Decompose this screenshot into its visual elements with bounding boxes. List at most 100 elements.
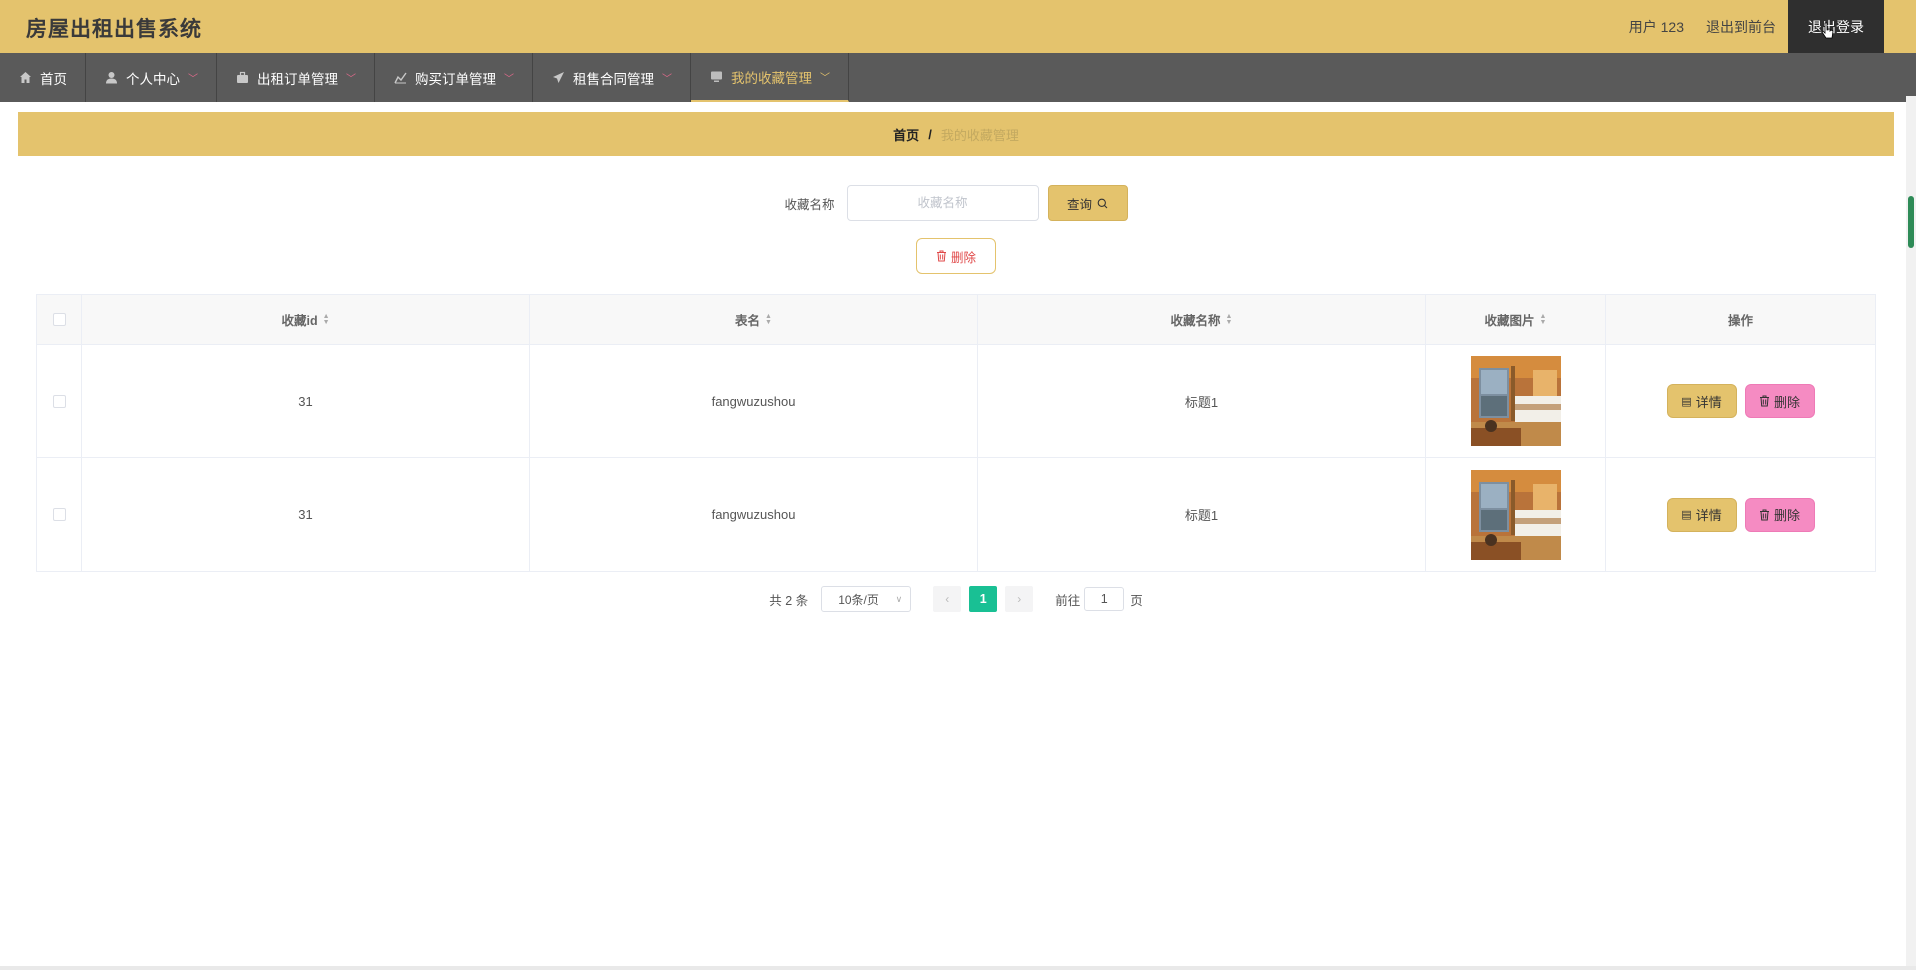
chevron-down-icon: ﹀ [662,74,672,85]
chevron-left-icon: ‹ [945,592,950,606]
sort-icon: ▲ ▼ [765,312,772,326]
cell-image [1426,345,1606,457]
bulk-delete-label: 删除 [950,250,976,265]
page-suffix: 页 [1130,593,1143,608]
detail-button[interactable]: ▤ 详情 [1666,384,1737,418]
main-nav: 首页 个人中心 ﹀ 出租订单管理 ﹀ 购买订单管理 ﹀ 租售合同管理 ﹀ 我的收… [0,53,1916,102]
search-label: 收藏名称 [784,197,835,212]
row-delete-button[interactable]: 删除 [1744,384,1815,418]
nav-label: 购买订单管理 [415,71,496,87]
detail-button[interactable]: ▤ 详情 [1666,497,1737,532]
logout-button[interactable]: 退出登录 [1788,0,1884,53]
chevron-down-icon: ﹀ [188,74,198,85]
table-row: 31 fangwuzushou 标题1 ▤ 详情 删除 [37,458,1875,571]
column-header-id[interactable]: 收藏id ▲ ▼ [82,295,530,344]
cell-image [1426,458,1606,571]
table-row: 31 fangwuzushou 标题1 ▤ 详情 删除 [37,345,1875,458]
search-bar: 收藏名称 查询 [18,184,1894,222]
query-button-label: 查询 [1066,197,1092,212]
document-icon: ▤ [1681,395,1692,408]
page-size-value: 10条/页 [838,592,879,607]
chevron-down-icon: ﹀ [820,73,830,84]
cell-id: 31 [82,458,530,571]
top-header: 房屋出租出售系统 用户 123 退出到前台 退出登录 [0,0,1916,53]
bulk-delete-button[interactable]: 删除 [916,238,996,274]
nav-label: 我的收藏管理 [731,70,812,86]
goto-label: 前往 [1055,593,1081,608]
cell-name: 标题1 [978,458,1426,571]
chevron-down-icon: ﹀ [504,74,514,85]
bulk-actions: 删除 [18,238,1894,274]
scrollbar-thumb[interactable] [1908,196,1914,248]
favorites-table: 收藏id ▲ ▼ 表名 ▲ ▼ 收藏名称 ▲ ▼ 收藏图片 ▲ ▼ 操作 31 fangwuzu… [36,294,1876,572]
detail-label: 详情 [1695,394,1722,410]
row-select-cell [37,345,82,457]
hotel-room-thumbnail[interactable] [1470,356,1561,446]
row-checkbox[interactable] [52,508,66,521]
cell-actions: ▤ 详情 删除 [1606,345,1875,457]
nav-label: 首页 [40,71,67,87]
home-icon [18,71,32,85]
nav-label: 出租订单管理 [257,71,338,87]
sort-icon: ▲ ▼ [1539,312,1547,326]
nav-item-home[interactable]: 首页 [0,53,86,102]
cell-name: 标题1 [978,345,1426,457]
breadcrumb-separator: / [928,126,932,142]
nav-item-personal-center[interactable]: 个人中心 ﹀ [86,53,217,102]
total-count: 共 2 条 [769,593,809,608]
select-all-checkbox[interactable] [52,313,66,326]
breadcrumb: 首页 / 我的收藏管理 [18,112,1894,156]
user-icon [104,71,118,85]
detail-label: 详情 [1695,508,1722,523]
row-checkbox[interactable] [52,394,66,408]
content-panel: 收藏名称 查询 删除 收藏id▲▼ 表名▲▼ 收藏名称▲▼ 收藏图片▲▼ 操作 … [18,164,1894,628]
query-button[interactable]: 查询 [1047,185,1128,221]
next-page-button[interactable]: › [1005,586,1034,612]
chevron-right-icon: › [1017,592,1022,606]
goto-page-input[interactable] [1084,587,1125,611]
chevron-down-icon: ﹀ [346,74,356,85]
header-select-cell [37,295,82,344]
nav-item-purchase-orders[interactable]: 购买订单管理 ﹀ [375,53,533,102]
page-scrollbar[interactable] [1906,96,1916,970]
trash-icon [936,250,946,262]
column-header-image[interactable]: 收藏图片 ▲ ▼ [1426,295,1606,344]
nav-item-my-favorites[interactable]: 我的收藏管理 ﹀ [691,53,849,102]
bottom-divider [0,966,1916,970]
app-title: 房屋出租出售系统 [26,18,202,41]
column-header-name[interactable]: 收藏名称 ▲ ▼ [978,295,1426,344]
page-size-select[interactable]: 10条/页 ∨ [821,586,912,612]
chart-icon [393,71,407,85]
header-actions: 用户 123 退出到前台 退出登录 [1629,0,1916,53]
trash-icon [1759,395,1769,407]
hotel-room-thumbnail[interactable] [1470,469,1561,560]
nav-label: 个人中心 [126,71,180,87]
column-header-table-name[interactable]: 表名 ▲ ▼ [530,295,978,344]
prev-page-button[interactable]: ‹ [933,586,962,612]
send-icon [551,71,565,85]
row-select-cell [37,458,82,571]
breadcrumb-current: 我的收藏管理 [940,127,1019,143]
nav-item-contracts[interactable]: 租售合同管理 ﹀ [533,53,691,102]
trash-icon [1759,509,1769,520]
monitor-icon [709,70,723,84]
row-delete-label: 删除 [1773,508,1800,523]
sort-icon: ▲ ▼ [1225,312,1233,326]
nav-label: 租售合同管理 [573,71,654,87]
nav-item-rental-orders[interactable]: 出租订单管理 ﹀ [217,53,375,102]
chevron-down-icon: ∨ [895,593,903,604]
row-delete-button[interactable]: 删除 [1744,497,1815,532]
pagination: 共 2 条 10条/页 ∨ ‹ 1 › 前往 页 [18,586,1894,612]
mouse-pointer-icon [1821,22,1834,39]
page-number-current[interactable]: 1 [969,586,998,612]
document-icon: ▤ [1681,509,1692,521]
cell-table-name: fangwuzushou [530,458,978,571]
briefcase-icon [235,71,249,85]
breadcrumb-home[interactable]: 首页 [893,125,919,144]
current-user-label: 用户 123 [1628,18,1684,35]
column-header-actions: 操作 [1727,314,1753,328]
search-icon [1097,198,1108,208]
search-input[interactable] [846,185,1039,221]
back-to-frontend-link[interactable]: 退出到前台 [1706,17,1776,37]
row-delete-label: 删除 [1773,394,1800,410]
